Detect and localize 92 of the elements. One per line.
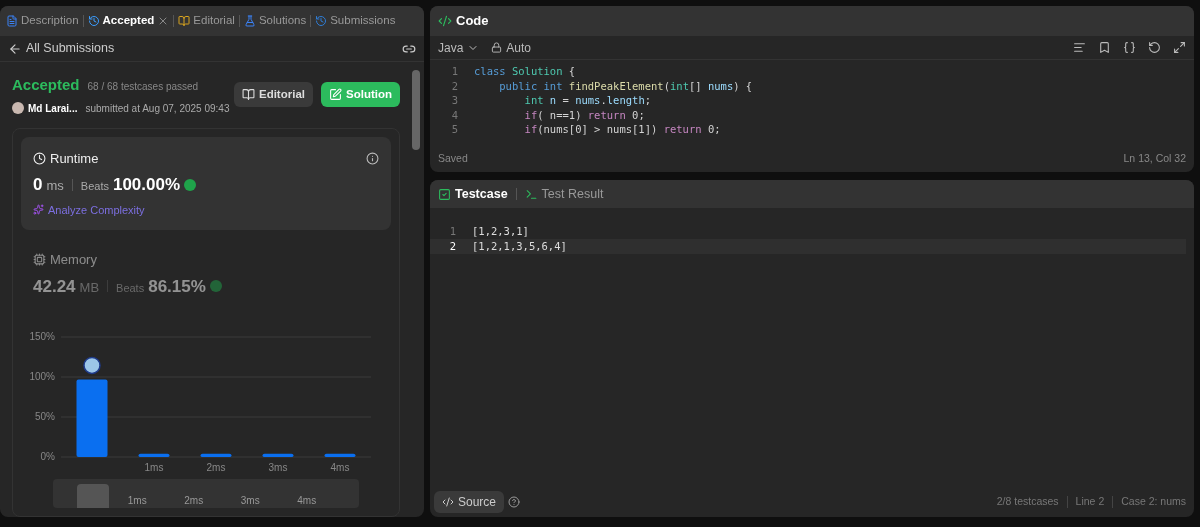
tab-icon (6, 15, 18, 27)
reset-icon[interactable] (1148, 41, 1161, 54)
overview-label: 3ms (239, 494, 261, 508)
axis-label: 4ms (330, 462, 350, 472)
braces-icon[interactable] (1123, 41, 1136, 54)
status-text: Case 2: nums (1121, 494, 1186, 510)
info-icon[interactable] (366, 151, 379, 165)
line-number: 2 (448, 238, 457, 254)
overview-bar (77, 484, 109, 508)
code-line: int n = nums.length; (523, 93, 652, 108)
axis-label: 100% (29, 371, 55, 382)
submitted-text: submitted at Aug 07, 2025 09:43 (85, 101, 230, 116)
line-number: 3 (450, 93, 459, 108)
status-text: Line 2 (1075, 494, 1105, 510)
chart-bar[interactable] (200, 453, 232, 457)
testcase-row[interactable]: 1 [1,2,3,1] (430, 224, 1186, 239)
axis-label: 3ms (268, 462, 288, 472)
panel-tab[interactable]: Submissions (313, 12, 398, 30)
panel-title: Code (456, 12, 489, 31)
source-button[interactable]: Source (434, 491, 505, 513)
axis-label: 0% (40, 451, 55, 462)
expand-icon[interactable] (1173, 41, 1186, 54)
chart-overview[interactable]: 1ms 2ms 3ms 4ms (53, 479, 359, 508)
book-icon (242, 88, 255, 102)
format-icon[interactable] (1073, 41, 1086, 54)
terminal-icon (524, 187, 538, 201)
testcases-text: 68 / 68 testcases passed (87, 80, 199, 94)
testcase-row[interactable]: 2 [1,2,1,3,5,6,4] (430, 239, 1186, 254)
language-dropdown[interactable]: Java (438, 38, 480, 57)
line-number: 5 (450, 122, 459, 137)
stat-card[interactable]: Runtime 0 ms Beats 100.00% Analyze Complexity (21, 136, 391, 230)
checkbox-icon (438, 187, 451, 201)
axis-label: 1ms (144, 462, 164, 472)
avatar-icon (12, 102, 24, 114)
tab-icon (243, 15, 256, 27)
chart-bar[interactable] (324, 453, 356, 457)
beats-label: Beats (116, 280, 145, 296)
stat-value: 42.24 (33, 275, 76, 298)
back-arrow-icon[interactable] (8, 41, 22, 56)
edit-icon (329, 88, 342, 102)
editorial-button[interactable]: Editorial (234, 82, 313, 108)
panel-tab[interactable]: Solutions (241, 12, 309, 30)
beats-label: Beats (80, 179, 109, 194)
beats-value: 86.15% (148, 275, 206, 298)
panel-tab[interactable]: Description (4, 12, 81, 30)
stat-title: Runtime (50, 149, 99, 168)
overview-label: 1ms (126, 494, 148, 508)
help-icon[interactable] (508, 496, 521, 508)
code-line: if(nums[0] > nums[1]) return 0; (523, 122, 721, 137)
cursor-position: Ln 13, Col 32 (1123, 151, 1186, 167)
testcase-value: [1,2,1,3,5,6,4] (471, 238, 567, 254)
clock-icon (33, 151, 46, 165)
all-submissions-link[interactable]: All Submissions (26, 39, 115, 58)
code-line: class Solution { (473, 64, 576, 79)
chip-icon (33, 253, 46, 267)
username[interactable]: Md Larai... (28, 100, 78, 116)
saved-status: Saved (438, 151, 468, 167)
stat-unit: MB (79, 278, 100, 297)
avatar-icon (83, 356, 101, 375)
panel-tab[interactable]: Editorial (176, 12, 237, 30)
code-icon (438, 14, 452, 28)
overview-label: 4ms (296, 494, 318, 508)
testcase-value: [1,2,3,1] (471, 223, 529, 239)
axis-label: 50% (35, 411, 55, 422)
line-number: 4 (450, 107, 459, 122)
axis-label: 150% (29, 331, 55, 342)
stat-title: Memory (50, 251, 97, 269)
stat-unit: ms (46, 177, 64, 195)
status-text: 2/8 testcases (996, 494, 1059, 510)
axis-label: 2ms (206, 462, 226, 472)
tab-icon (178, 15, 191, 27)
stat-value: 0 (33, 174, 43, 196)
line-number: 1 (448, 223, 457, 239)
code-icon (442, 496, 454, 508)
panel-tab[interactable]: Accepted (85, 12, 172, 30)
mode-label: Auto (506, 39, 532, 57)
chart-bar[interactable] (138, 453, 170, 457)
chart-bar[interactable] (262, 453, 294, 457)
sparkle-icon (33, 204, 44, 216)
line-number: 1 (450, 64, 459, 79)
code-line: if( n==1) return 0; (523, 107, 645, 122)
overview-label: 2ms (183, 494, 205, 508)
bookmark-icon[interactable] (1098, 41, 1111, 54)
lock-icon (491, 42, 503, 53)
tab-icon (315, 15, 328, 27)
panel-tab[interactable]: Test Result (524, 184, 604, 204)
panel-tab[interactable]: Testcase (438, 184, 508, 204)
beats-value: 100.00% (112, 174, 181, 196)
tab-icon (87, 15, 100, 27)
line-number: 2 (450, 78, 459, 93)
status-text: Accepted (12, 75, 80, 95)
code-line: public int findPeakElement(int[] nums) { (498, 78, 753, 93)
